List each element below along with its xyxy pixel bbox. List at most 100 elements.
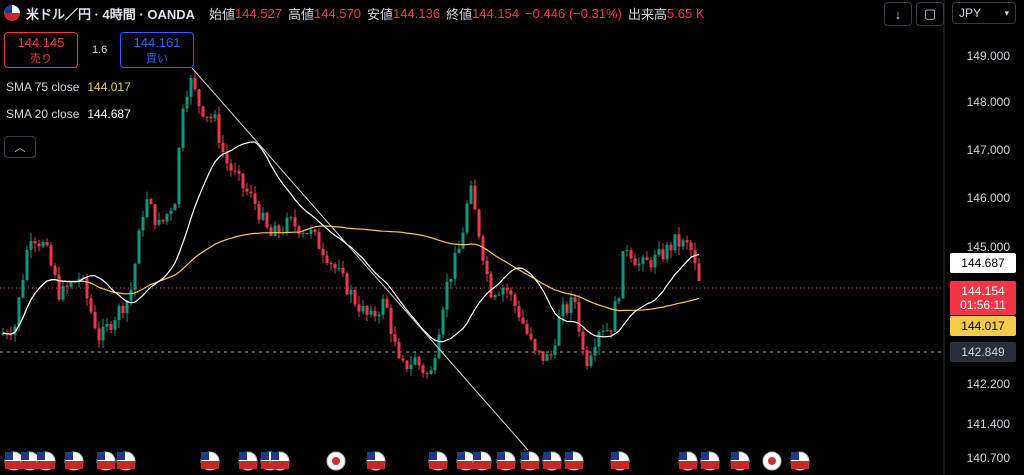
- candle-body: [221, 142, 225, 152]
- us-flag-canton: [701, 452, 709, 460]
- volume-label: 出来高: [627, 6, 667, 22]
- candle-body: [21, 279, 25, 298]
- candle-body: [501, 287, 505, 295]
- candle-body: [25, 249, 29, 280]
- candle-body: [245, 188, 249, 192]
- sma20-price-label: 144.687: [950, 253, 1016, 273]
- price-chart[interactable]: 149.000 148.000 147.000 146.000 145.000 142.2…: [0, 0, 1024, 475]
- candle-body: [569, 297, 573, 313]
- candle-body: [117, 305, 121, 321]
- candle-body: [97, 328, 101, 341]
- candle-body: [389, 307, 393, 335]
- candle-body: [653, 254, 657, 268]
- candle-body: [69, 282, 73, 287]
- candle-body: [533, 339, 537, 351]
- candle-body: [33, 240, 37, 244]
- us-flag-canton: [239, 452, 247, 460]
- candle-body: [257, 203, 261, 220]
- candle-body: [629, 250, 633, 259]
- us-flag-canton: [791, 452, 799, 460]
- candle-body: [369, 310, 373, 315]
- candle-body: [173, 204, 177, 211]
- download-button[interactable]: ↓: [884, 2, 912, 26]
- currency-selector[interactable]: JPY ▾: [952, 2, 1016, 24]
- indicator-sma20[interactable]: SMA 20 close 144.687: [6, 107, 131, 121]
- candle-body: [517, 305, 521, 318]
- candle-body: [325, 255, 329, 264]
- candle-body: [497, 294, 501, 296]
- arrow-down-icon: ↓: [894, 6, 902, 22]
- buy-button[interactable]: 144.161 買い: [120, 32, 194, 68]
- close-value: 144.154: [472, 5, 520, 21]
- candle-body: [249, 191, 253, 194]
- candle-body: [261, 212, 265, 220]
- candle-body: [613, 301, 617, 332]
- candle-body: [581, 331, 585, 350]
- sma20-name: SMA 20 close: [6, 107, 80, 121]
- sell-label: 売り: [30, 53, 52, 65]
- layout-button[interactable]: ▢: [916, 2, 944, 26]
- candle-body: [341, 267, 345, 274]
- sma20-value: 144.687: [87, 107, 131, 121]
- candle-body: [9, 334, 13, 336]
- candle-body: [225, 151, 229, 164]
- symbol-header: 米ドル／円 · 4時間 · OANDA 始値 144.527 高値 144.570 …: [4, 2, 705, 24]
- candle-body: [405, 360, 409, 370]
- chevron-down-icon: ▾: [1004, 7, 1009, 18]
- candle-body: [521, 317, 525, 324]
- chevron-up-icon: ︿: [14, 142, 26, 154]
- us-flag-stripe: [457, 461, 475, 469]
- us-flag-icon: [4, 5, 20, 21]
- candle-body: [573, 297, 577, 302]
- us-flag-stripe: [271, 461, 289, 469]
- candle-body: [193, 77, 197, 90]
- candle-body: [297, 226, 301, 235]
- candle-body: [641, 257, 645, 264]
- candle-body: [401, 358, 405, 361]
- candle-body: [457, 248, 461, 254]
- us-flag-stripe: [565, 461, 583, 469]
- candle-body: [233, 170, 237, 172]
- candle-body: [209, 116, 213, 119]
- us-flag-canton: [37, 452, 45, 460]
- candle-body: [241, 173, 245, 189]
- candle-body: [205, 116, 209, 118]
- sma75-value: 144.017: [87, 80, 131, 94]
- us-flag-canton: [261, 452, 269, 460]
- candle-body: [101, 326, 105, 341]
- candle-body: [441, 309, 445, 335]
- y-tick-label: 142.200: [967, 377, 1011, 391]
- candle-body: [657, 249, 661, 255]
- candle-body: [293, 217, 297, 227]
- currency-label: JPY: [959, 6, 982, 20]
- collapse-legend-button[interactable]: ︿: [4, 136, 36, 158]
- sell-button[interactable]: 144.145 売り: [4, 32, 78, 68]
- high-value: 144.570: [314, 5, 362, 21]
- candle-body: [161, 219, 165, 222]
- candle-body: [121, 305, 125, 314]
- candle-body: [689, 242, 693, 251]
- candle-body: [85, 277, 89, 299]
- candle-body: [349, 290, 353, 295]
- us-flag-canton: [679, 452, 687, 460]
- candle-body: [181, 108, 185, 148]
- candle-body: [697, 263, 701, 281]
- open-label: 始値: [209, 6, 236, 22]
- indicator-sma75[interactable]: SMA 75 close 144.017: [6, 80, 131, 94]
- symbol-title[interactable]: 米ドル／円 · 4時間 · OANDA: [26, 4, 195, 23]
- us-flag-canton: [429, 452, 437, 460]
- candle-body: [265, 212, 269, 228]
- candle-body: [621, 251, 625, 299]
- bar-countdown: 01:56:11: [960, 298, 1006, 312]
- candle-body: [445, 281, 449, 310]
- y-tick-label: 147.000: [967, 143, 1011, 157]
- us-flag-canton: [473, 452, 481, 460]
- us-flag-stripe: [473, 461, 491, 469]
- square-icon: ▢: [923, 6, 937, 21]
- candle-body: [601, 330, 605, 332]
- candle-body: [417, 357, 421, 366]
- us-flag-canton: [5, 452, 13, 460]
- candle-body: [137, 230, 141, 264]
- candle-body: [665, 244, 669, 260]
- candle-body: [305, 233, 309, 235]
